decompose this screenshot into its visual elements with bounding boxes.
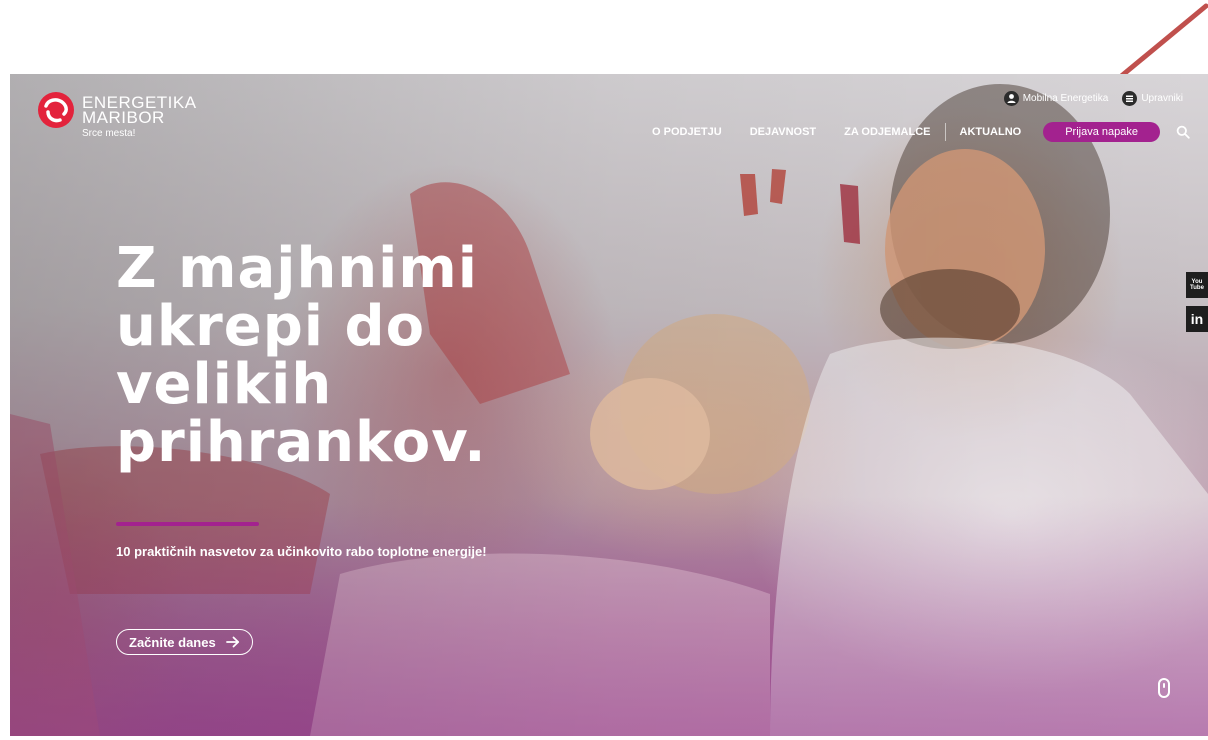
youtube-icon: You Tube bbox=[1190, 279, 1204, 291]
youtube-link[interactable]: You Tube bbox=[1186, 272, 1208, 298]
headline-accent-divider bbox=[116, 522, 259, 526]
energetika-logo[interactable]: ENERGETIKA MARIBOR Srce mesta! bbox=[34, 88, 204, 144]
upravniki-label: Upravniki bbox=[1141, 93, 1183, 104]
headline-line: ukrepi do bbox=[116, 294, 426, 359]
nav-item-dejavnost[interactable]: DEJAVNOST bbox=[736, 126, 830, 138]
upravniki-link[interactable]: Upravniki bbox=[1122, 91, 1183, 106]
logo-tagline: Srce mesta! bbox=[82, 128, 136, 139]
hero-subtitle: 10 praktičnih nasvetov za učinkovito rab… bbox=[116, 544, 487, 559]
linkedin-link[interactable]: in bbox=[1186, 306, 1208, 332]
arrow-right-icon bbox=[225, 636, 239, 648]
headline-line: velikih bbox=[116, 352, 333, 417]
mobilna-energetika-label: Mobilna Energetika bbox=[1022, 93, 1109, 104]
search-icon[interactable] bbox=[1176, 125, 1190, 139]
linkedin-icon: in bbox=[1190, 311, 1204, 327]
zacnite-danes-button[interactable]: Začnite danes bbox=[116, 629, 253, 655]
hero-headline: Z majhnimi ukrepi do velikih prihrankov. bbox=[116, 240, 536, 472]
scroll-down-mouse-icon[interactable] bbox=[1158, 678, 1170, 698]
nav-item-za-odjemalce[interactable]: ZA ODJEMALCE bbox=[830, 126, 944, 138]
nav-item-aktualno[interactable]: AKTUALNO bbox=[946, 126, 1036, 138]
nav-item-o-podjetju[interactable]: O PODJETJU bbox=[638, 126, 736, 138]
mobilna-energetika-link[interactable]: Mobilna Energetika bbox=[1003, 91, 1109, 106]
zacnite-danes-label: Začnite danes bbox=[129, 634, 216, 650]
utility-links: Mobilna Energetika Upravniki bbox=[1003, 91, 1183, 106]
logo-mark-icon bbox=[38, 92, 74, 128]
logo-text-line2: MARIBOR bbox=[82, 108, 165, 127]
hero-banner: ENERGETIKA MARIBOR Srce mesta! Mobilna E… bbox=[10, 74, 1208, 736]
user-icon bbox=[1003, 91, 1019, 106]
headline-line: Z majhnimi bbox=[116, 236, 478, 301]
prijava-napake-button[interactable]: Prijava napake bbox=[1043, 122, 1160, 142]
main-nav: O PODJETJU DEJAVNOST ZA ODJEMALCE AKTUAL… bbox=[638, 122, 1190, 142]
building-icon bbox=[1122, 91, 1138, 106]
headline-line: prihrankov. bbox=[116, 410, 487, 475]
